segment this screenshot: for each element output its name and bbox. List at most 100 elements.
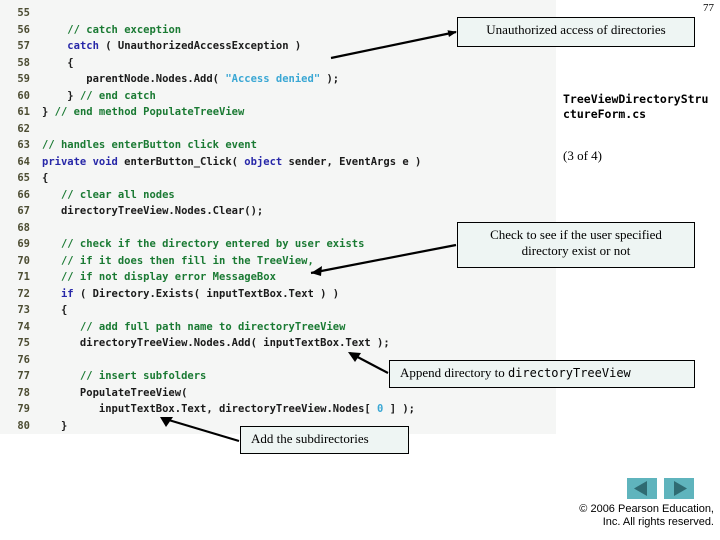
code-line-number: 56: [17, 23, 30, 36]
code-line-number: 75: [17, 337, 30, 349]
code-line: 79 inputTextBox.Text, directoryTreeView.…: [0, 401, 556, 418]
code-line-text: // check if the directory entered by use…: [30, 236, 364, 253]
slide-navigation: [627, 478, 699, 500]
code-token: enterButton_Click(: [117, 155, 245, 168]
code-line: 64 private void enterButton_Click( object…: [0, 154, 556, 171]
code-line-number: 65: [17, 172, 30, 184]
code-line-number: 80: [17, 419, 30, 432]
callout-unauthorized-access: Unauthorized access of directories: [457, 17, 695, 47]
code-line-text: // insert subfolders: [30, 368, 206, 385]
code-token: directoryTreeView.Nodes.Clear();: [42, 205, 264, 217]
code-line-text: PopulateTreeView(: [30, 385, 187, 402]
slide-number: 77: [703, 2, 714, 14]
code-line: 75 directoryTreeView.Nodes.Add( inputTex…: [0, 335, 556, 352]
callout-check-directory-line2: directory exist or not: [521, 243, 631, 258]
code-token: }: [42, 89, 80, 102]
code-line-number: 62: [17, 122, 30, 135]
code-token: // if it does then fill in the TreeView,: [60, 254, 314, 267]
code-line-text: parentNode.Nodes.Add( "Access denied" );: [30, 71, 339, 88]
code-line-text: directoryTreeView.Nodes.Clear();: [30, 203, 263, 220]
code-line-number: 68: [17, 221, 30, 234]
code-line-text: // catch exception: [30, 22, 181, 39]
code-line-text: if ( Directory.Exists( inputTextBox.Text…: [30, 286, 339, 303]
copyright-line2: Inc. All rights reserved.: [602, 516, 714, 528]
code-line-text: catch ( UnauthorizedAccessException ): [30, 38, 301, 55]
code-token: if: [60, 287, 74, 300]
callout-add-subdirectories: Add the subdirectories: [240, 426, 409, 454]
callout-append-directory: Append directory to directoryTreeView: [389, 360, 695, 388]
code-line-number: 77: [17, 370, 30, 382]
code-token: ( Directory.Exists( inputTextBox.Text ) …: [73, 287, 340, 300]
code-line: 67 directoryTreeView.Nodes.Clear();: [0, 203, 556, 220]
code-line-text: directoryTreeView.Nodes.Add( inputTextBo…: [30, 335, 390, 352]
code-line-number: 74: [17, 320, 30, 333]
code-token: catch: [67, 40, 99, 52]
code-token: }: [42, 419, 68, 432]
code-token: {: [42, 172, 49, 184]
code-token: PopulateTreeView(: [42, 386, 188, 399]
code-line: 60 } // end catch: [0, 88, 556, 105]
code-token: );: [320, 73, 340, 85]
code-token: inputTextBox.Text, directoryTreeView.Nod…: [42, 403, 378, 415]
code-token: private void: [42, 155, 118, 168]
code-line: 58 {: [0, 55, 556, 72]
code-line-number: 58: [17, 56, 30, 69]
code-line-text: {: [30, 302, 67, 319]
callout-check-directory: Check to see if the user specified direc…: [457, 222, 695, 268]
previous-slide-button[interactable]: [627, 478, 657, 499]
code-line: 65 {: [0, 170, 556, 187]
code-line-text: // clear all nodes: [30, 187, 175, 204]
code-token: // end method PopulateTreeView: [54, 106, 245, 118]
code-line: 72 if ( Directory.Exists( inputTextBox.T…: [0, 286, 556, 303]
code-line-number: 59: [17, 73, 30, 85]
code-line-number: 72: [17, 287, 30, 300]
code-line-text: // add full path name to directoryTreeVi…: [30, 319, 346, 336]
code-token: object: [244, 155, 283, 168]
callout-append-prefix: Append directory to: [400, 365, 508, 380]
code-line-text: private void enterButton_Click( object s…: [30, 154, 421, 171]
code-line-number: 71: [17, 271, 30, 283]
code-line: 74 // add full path name to directoryTre…: [0, 319, 556, 336]
code-token: // if not display error MessageBox: [60, 271, 276, 283]
slide-canvas: 55 56 // catch exception 57 catch ( Unaut…: [0, 0, 720, 540]
file-title: TreeViewDirectoryStructureForm.cs: [563, 92, 709, 121]
code-line-number: 70: [17, 254, 30, 267]
code-line-number: 66: [17, 188, 30, 201]
triangle-left-icon: [634, 481, 647, 496]
code-line: 71 // if not display error MessageBox: [0, 269, 556, 286]
code-line-number: 57: [17, 40, 30, 52]
code-line-number: 73: [17, 304, 30, 316]
code-token: // catch exception: [67, 23, 182, 36]
code-line-text: } // end catch: [30, 88, 156, 105]
code-line: 59 parentNode.Nodes.Add( "Access denied"…: [0, 71, 556, 88]
code-line: 62: [0, 121, 556, 138]
code-line-text: }: [30, 418, 67, 435]
triangle-right-icon: [674, 481, 687, 496]
code-line-number: 55: [17, 7, 30, 19]
code-token: // add full path name to directoryTreeVi…: [79, 320, 346, 333]
code-token: ] );: [383, 403, 415, 415]
code-line: 63 // handles enterButton click event: [0, 137, 556, 154]
code-token: // handles enterButton click event: [42, 139, 257, 151]
code-line-number: 61: [17, 106, 30, 118]
code-line-number: 64: [17, 155, 30, 168]
code-line-text: inputTextBox.Text, directoryTreeView.Nod…: [30, 401, 415, 418]
callout-check-directory-line1: Check to see if the user specified: [490, 227, 662, 242]
code-line-number: 67: [17, 205, 30, 217]
code-token: {: [42, 56, 74, 69]
code-line: 61} // end method PopulateTreeView: [0, 104, 556, 121]
next-slide-button[interactable]: [664, 478, 694, 499]
copyright-line1: © 2006 Pearson Education,: [579, 503, 714, 515]
code-line-text: {: [30, 170, 48, 187]
code-line-number: 63: [17, 139, 30, 151]
code-token: sender, EventArgs e ): [282, 155, 422, 168]
code-line-number: 79: [17, 403, 30, 415]
code-token: directoryTreeView.Nodes.Add( inputTextBo…: [42, 337, 390, 349]
